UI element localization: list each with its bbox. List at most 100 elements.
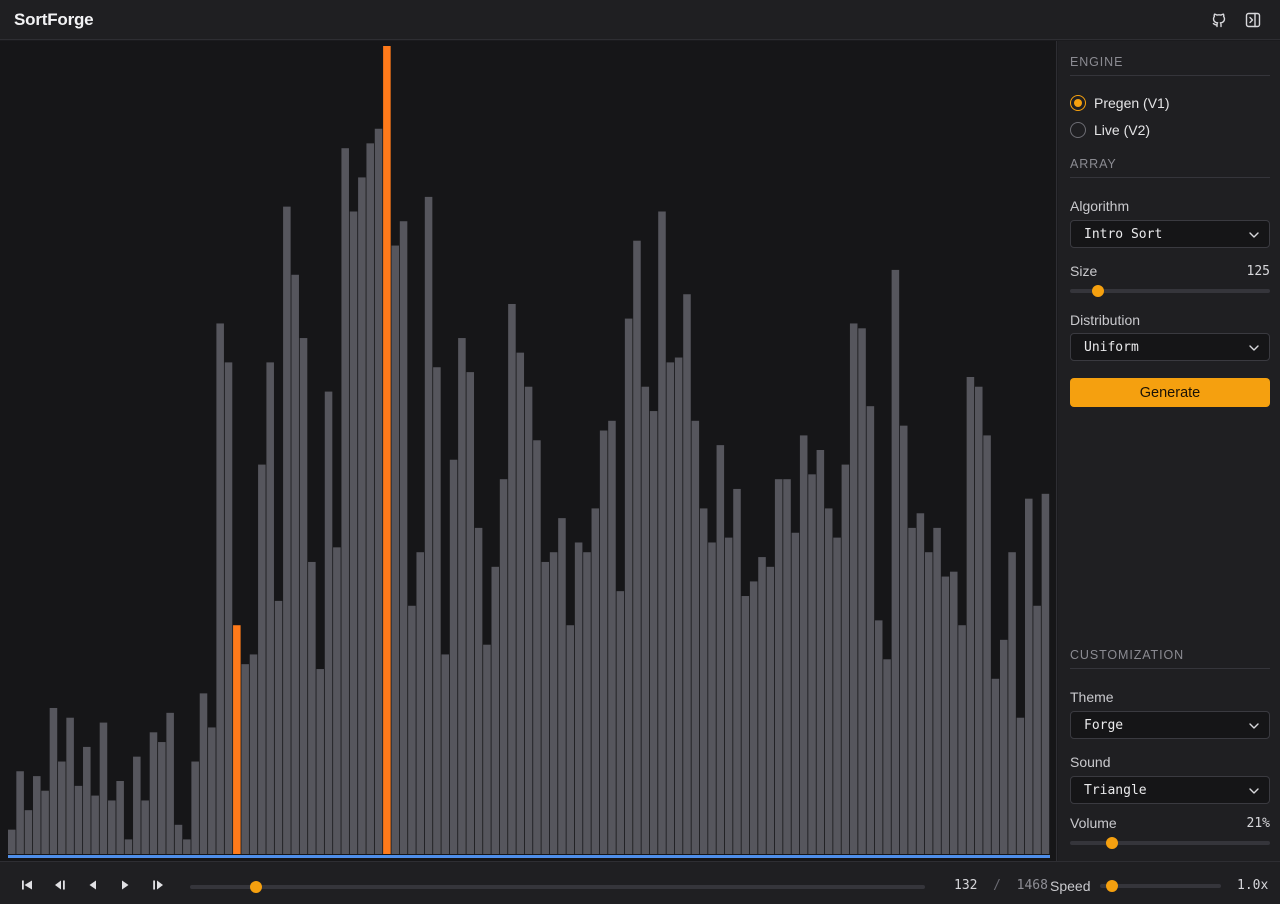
speed-slider-thumb[interactable] (1106, 880, 1119, 892)
bar (633, 240, 641, 854)
skip-start-icon[interactable] (21, 879, 33, 891)
bar (741, 596, 750, 854)
bar (266, 362, 274, 854)
step-forward-icon[interactable] (152, 879, 164, 891)
bar (724, 537, 733, 854)
speed-label: Speed (1050, 878, 1091, 894)
bar (208, 727, 216, 854)
bar (708, 542, 716, 854)
bar (466, 372, 475, 854)
bar (699, 508, 708, 854)
bar (608, 420, 616, 854)
play-icon[interactable] (119, 879, 131, 891)
bar (424, 196, 433, 854)
bar (1033, 605, 1041, 854)
bar (474, 527, 483, 854)
size-slider[interactable] (1070, 284, 1270, 298)
bar (933, 527, 941, 854)
bar (641, 386, 650, 854)
bar (649, 411, 658, 854)
bar (366, 143, 374, 855)
bar (441, 654, 450, 854)
algorithm-select[interactable]: Intro Sort (1070, 220, 1270, 248)
chevron-down-icon (1249, 783, 1259, 798)
bar (258, 464, 266, 854)
bar (66, 717, 74, 854)
timeline-track[interactable] (190, 885, 925, 889)
timeline-slider[interactable] (190, 881, 925, 893)
bar (458, 338, 466, 854)
bar (574, 542, 583, 854)
bar-highlighted (233, 625, 241, 854)
radio-unselected-icon[interactable] (1070, 121, 1086, 138)
top-bar: SortForge (0, 0, 1280, 40)
volume-slider-track[interactable] (1070, 841, 1270, 845)
step-back-icon[interactable] (54, 879, 66, 891)
bar (224, 362, 233, 854)
bar (41, 790, 49, 854)
engine-option-pregen[interactable]: Pregen (V1) (1070, 89, 1169, 116)
bar (816, 450, 825, 854)
bar (666, 362, 675, 854)
bar (149, 732, 158, 854)
bar (774, 479, 783, 854)
bar (33, 776, 41, 854)
bar (283, 206, 291, 854)
bar (416, 552, 424, 854)
bar (941, 576, 950, 854)
bar (241, 664, 249, 854)
bar-chart (8, 46, 1050, 858)
bar (108, 800, 116, 854)
bar (183, 839, 191, 854)
bar (541, 561, 550, 854)
bar (74, 785, 83, 854)
size-slider-thumb[interactable] (1092, 285, 1104, 297)
bar (908, 527, 916, 854)
algorithm-label-text: Algorithm (1070, 198, 1130, 214)
bar (216, 323, 224, 854)
generate-button[interactable]: Generate (1070, 378, 1270, 407)
step-total: 1468 (1016, 878, 1048, 893)
distribution-select[interactable]: Uniform (1070, 333, 1270, 361)
chevron-down-icon (1249, 227, 1259, 242)
bar-highlighted (383, 46, 391, 854)
bar (924, 552, 933, 854)
sound-value: Triangle (1084, 782, 1147, 798)
engine-option-label: Live (V2) (1094, 121, 1151, 138)
bar (733, 488, 741, 854)
sidebar-toggle-icon[interactable] (1244, 11, 1262, 29)
bar (49, 707, 58, 854)
radio-selected-icon[interactable] (1070, 94, 1086, 111)
chevron-down-icon (1249, 718, 1259, 733)
speed-slider[interactable] (1100, 879, 1221, 893)
bar (958, 625, 966, 854)
bar (783, 479, 791, 854)
bar (999, 639, 1008, 854)
engine-option-live[interactable]: Live (V2) (1070, 116, 1150, 143)
bar (674, 357, 683, 854)
bar (974, 386, 983, 854)
play-back-icon[interactable] (87, 879, 99, 891)
algorithm-value: Intro Sort (1084, 226, 1163, 242)
bar (833, 537, 841, 854)
bar (524, 386, 533, 854)
volume-slider-thumb[interactable] (1106, 837, 1118, 849)
bar (616, 591, 625, 854)
bar (83, 746, 91, 854)
volume-slider[interactable] (1070, 836, 1270, 850)
bar (249, 654, 258, 854)
sound-select[interactable]: Triangle (1070, 776, 1270, 804)
bar (91, 795, 99, 854)
github-icon[interactable] (1210, 11, 1228, 29)
bar (1024, 498, 1033, 854)
theme-label-text: Theme (1070, 689, 1114, 705)
timeline-thumb[interactable] (250, 881, 263, 893)
bar (8, 829, 16, 854)
bar (16, 771, 24, 854)
step-counter: 132 / 1468 (954, 878, 1048, 893)
bar (683, 294, 691, 854)
theme-select[interactable]: Forge (1070, 711, 1270, 739)
bar (658, 211, 666, 855)
speed-slider-track[interactable] (1100, 884, 1221, 888)
bar (566, 625, 575, 854)
